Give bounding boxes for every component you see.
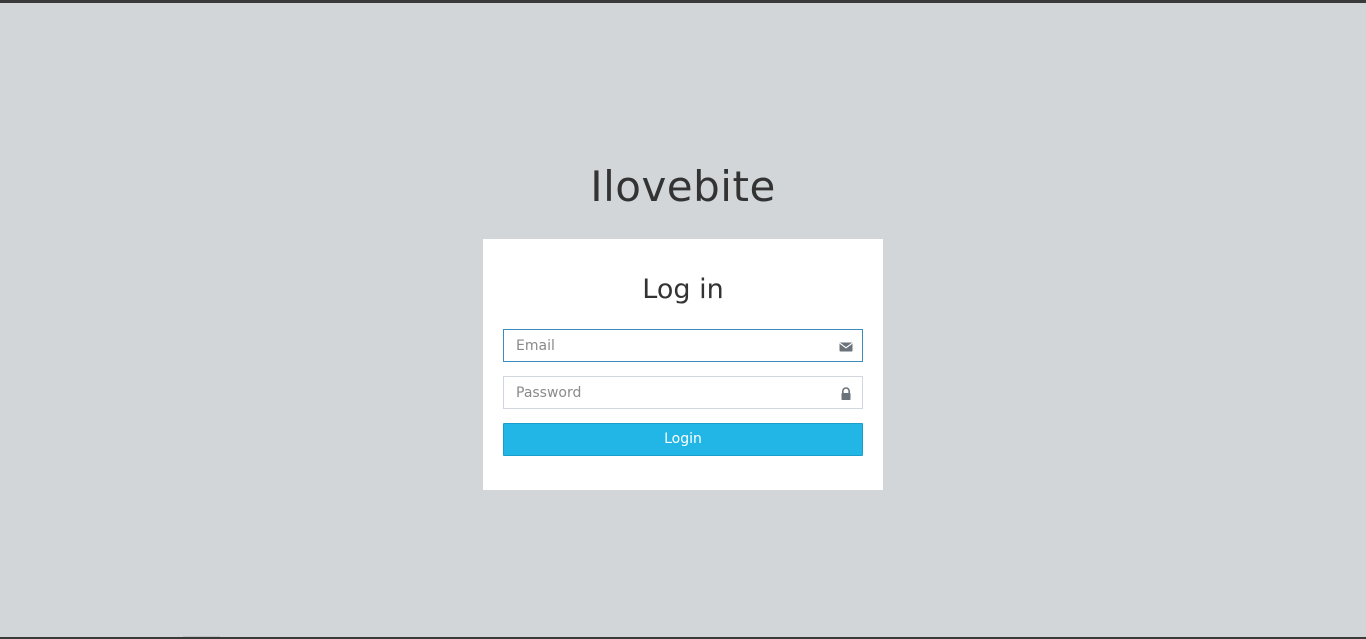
email-input[interactable]: [504, 330, 862, 361]
email-field[interactable]: [503, 329, 863, 362]
password-field[interactable]: [503, 376, 863, 409]
login-button[interactable]: Login: [503, 423, 863, 456]
lock-icon: [839, 386, 853, 400]
password-input[interactable]: [504, 377, 862, 408]
brand-title: Ilovebite: [590, 162, 776, 211]
taskbar-fragment: [183, 636, 220, 637]
login-box-title: Log in: [642, 274, 724, 305]
envelope-icon: [839, 339, 853, 353]
window-top-border: [0, 0, 1366, 3]
